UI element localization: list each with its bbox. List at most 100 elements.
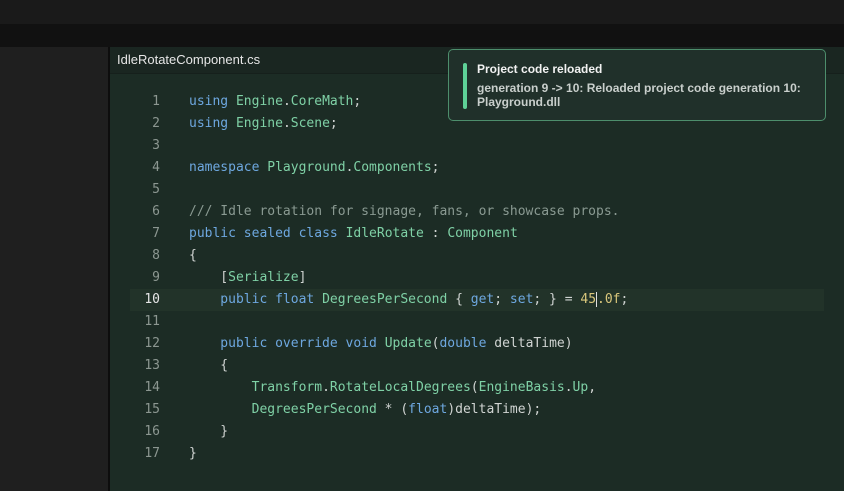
code-line[interactable]: 4 namespace Playground.Components; bbox=[110, 157, 844, 179]
code-token: 45 bbox=[580, 292, 597, 307]
code-line[interactable]: 15 DegreesPerSecond * (float)deltaTime); bbox=[110, 399, 844, 421]
line-number: 12 bbox=[144, 336, 160, 351]
code-token: DegreesPerSecond bbox=[322, 292, 448, 307]
code-line[interactable]: 9 [Serialize] bbox=[110, 267, 844, 289]
line-number: 13 bbox=[144, 358, 160, 373]
code-line[interactable]: 17} bbox=[110, 443, 844, 465]
code-text: using Engine.Scene; bbox=[189, 113, 338, 135]
code-token: double bbox=[439, 336, 495, 351]
code-token: { bbox=[447, 292, 471, 307]
code-line[interactable]: 8{ bbox=[110, 245, 844, 267]
code-text: public override void Update(double delta… bbox=[189, 333, 572, 355]
code-token: ( bbox=[470, 380, 479, 395]
code-token: Serialize bbox=[228, 270, 299, 285]
code-token: ; bbox=[329, 116, 338, 131]
title-bar bbox=[0, 0, 844, 24]
code-token: { bbox=[189, 248, 197, 263]
code-line[interactable]: 5 bbox=[110, 179, 844, 201]
line-number: 3 bbox=[152, 138, 160, 153]
notification-toast[interactable]: Project code reloaded generation 9 -> 10… bbox=[448, 49, 826, 121]
line-number: 8 bbox=[152, 248, 160, 263]
code-token: CoreMath bbox=[290, 94, 354, 109]
left-panel bbox=[0, 47, 108, 491]
code-token: EngineBasis bbox=[478, 380, 565, 395]
code-text: } bbox=[189, 421, 228, 443]
code-token: Components bbox=[353, 160, 432, 175]
code-line[interactable]: 10 public float DegreesPerSecond { get; … bbox=[130, 289, 824, 311]
code-token: Playground bbox=[267, 160, 346, 175]
code-text: { bbox=[189, 355, 228, 377]
line-number: 2 bbox=[152, 116, 160, 131]
code-text: public float DegreesPerSecond { get; set… bbox=[189, 289, 628, 311]
code-line[interactable]: 16 } bbox=[110, 421, 844, 443]
code-line[interactable]: 3 bbox=[110, 135, 844, 157]
code-token: Up bbox=[572, 380, 589, 395]
code-line[interactable]: 12 public override void Update(double de… bbox=[110, 333, 844, 355]
code-token: . bbox=[282, 94, 291, 109]
line-number: 4 bbox=[152, 160, 160, 175]
code-token: ; } = bbox=[533, 292, 581, 307]
code-token: Engine bbox=[235, 94, 283, 109]
code-text: /// Idle rotation for signage, fans, or … bbox=[189, 201, 619, 223]
toast-accent-bar bbox=[463, 63, 467, 109]
line-number: 6 bbox=[152, 204, 160, 219]
code-text: DegreesPerSecond * (float)deltaTime); bbox=[189, 399, 542, 421]
code-token: RotateLocalDegrees bbox=[329, 380, 471, 395]
code-token: : bbox=[423, 226, 448, 241]
code-token: [ bbox=[189, 270, 229, 285]
code-token: * ( bbox=[376, 402, 409, 417]
code-token: . bbox=[322, 380, 330, 395]
code-text: using Engine.CoreMath; bbox=[189, 91, 361, 113]
code-token: float bbox=[408, 402, 448, 417]
code-token: Update bbox=[384, 336, 432, 351]
line-number: 16 bbox=[144, 424, 160, 439]
code-text: Transform.RotateLocalDegrees(EngineBasis… bbox=[189, 377, 596, 399]
line-number: 1 bbox=[152, 94, 160, 109]
code-text: public sealed class IdleRotate : Compone… bbox=[189, 223, 518, 245]
code-token: } bbox=[189, 424, 229, 439]
code-token: DegreesPerSecond bbox=[251, 402, 377, 417]
line-number: 11 bbox=[144, 314, 160, 329]
code-token: { bbox=[189, 358, 229, 373]
line-number: 7 bbox=[152, 226, 160, 241]
code-line[interactable]: 14 Transform.RotateLocalDegrees(EngineBa… bbox=[110, 377, 844, 399]
code-token: /// Idle rotation for signage, fans, or … bbox=[189, 204, 620, 219]
code-token: sealed bbox=[243, 226, 299, 241]
toolbar bbox=[0, 24, 844, 47]
code-token: } bbox=[189, 446, 197, 461]
line-number: 10 bbox=[144, 292, 160, 307]
code-token: namespace bbox=[189, 160, 268, 175]
code-token: IdleRotate bbox=[345, 226, 424, 241]
code-token: , bbox=[588, 380, 597, 395]
code-text: { bbox=[189, 245, 197, 267]
code-token: ; bbox=[620, 292, 629, 307]
line-number: 17 bbox=[144, 446, 160, 461]
code-line[interactable]: 11 bbox=[110, 311, 844, 333]
code-text: namespace Playground.Components; bbox=[189, 157, 440, 179]
code-token: Component bbox=[447, 226, 518, 241]
editor-tab-file[interactable]: IdleRotateComponent.cs bbox=[117, 52, 260, 67]
code-line[interactable]: 6 /// Idle rotation for signage, fans, or… bbox=[110, 201, 844, 223]
code-token: void bbox=[345, 336, 385, 351]
code-token: ] bbox=[298, 270, 307, 285]
line-number: 9 bbox=[152, 270, 160, 285]
code-token: get bbox=[470, 292, 495, 307]
code-line[interactable]: 7 public sealed class IdleRotate : Compon… bbox=[110, 223, 844, 245]
line-number: 14 bbox=[144, 380, 160, 395]
code-token: . bbox=[564, 380, 573, 395]
code-area[interactable]: 1 using Engine.CoreMath; 2 using Engine.Sce… bbox=[110, 91, 844, 465]
code-token: using bbox=[189, 116, 236, 131]
code-token: Scene bbox=[290, 116, 330, 131]
toast-title: Project code reloaded bbox=[477, 62, 603, 76]
code-line[interactable]: 13 { bbox=[110, 355, 844, 377]
toast-message: generation 9 -> 10: Reloaded project cod… bbox=[477, 81, 801, 109]
code-token: Engine bbox=[235, 116, 283, 131]
code-token: )deltaTime); bbox=[447, 402, 542, 417]
code-token: public bbox=[189, 226, 244, 241]
code-token: using bbox=[189, 94, 236, 109]
code-token: Transform bbox=[251, 380, 323, 395]
code-token: . bbox=[282, 116, 291, 131]
code-token: class bbox=[298, 226, 346, 241]
